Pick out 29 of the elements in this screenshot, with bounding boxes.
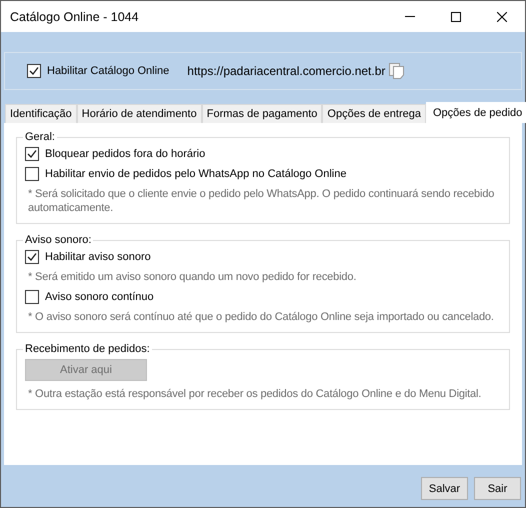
maximize-icon[interactable] bbox=[451, 12, 461, 22]
checkbox-label: Habilitar envio de pedidos pelo WhatsApp no Catálogo Online bbox=[45, 168, 346, 180]
dialog-button[interactable]: Salvar bbox=[421, 477, 468, 500]
group-title: Geral: bbox=[24, 131, 56, 143]
checkbox[interactable] bbox=[27, 64, 41, 78]
tab[interactable]: Formas de pagamento bbox=[202, 104, 322, 123]
tab[interactable]: Opções de pedido bbox=[426, 102, 526, 123]
checkbox-label: Habilitar Catálogo Online bbox=[47, 65, 170, 77]
window-title: Catálogo Online - 1044 bbox=[10, 10, 140, 24]
checkbox[interactable] bbox=[25, 290, 39, 304]
tab[interactable]: Identificação bbox=[5, 104, 77, 123]
dialog-button[interactable]: Sair bbox=[474, 477, 521, 500]
close-icon[interactable] bbox=[497, 12, 507, 22]
checkbox-label: Aviso sonoro contínuo bbox=[45, 291, 154, 303]
checkbox[interactable] bbox=[25, 147, 39, 161]
tab[interactable]: Horário de atendimento bbox=[76, 104, 202, 123]
note-text: * Será emitido um aviso sonoro quando um novo pedido for recebido. bbox=[27, 270, 358, 284]
tab[interactable]: Opções de entrega bbox=[322, 104, 426, 123]
checkbox[interactable] bbox=[25, 167, 39, 181]
checkbox-label: Habilitar aviso sonoro bbox=[45, 251, 151, 263]
copy-icon[interactable] bbox=[389, 63, 404, 79]
checkbox[interactable] bbox=[25, 250, 39, 264]
note-text: * Será solicitado que o cliente envie o pedido pelo WhatsApp. O pedido continuará sendo recebido automaticamente. bbox=[27, 187, 496, 215]
note-text: * Outra estação está responsável por receber os pedidos do Catálogo Online e do Menu Digital. bbox=[27, 387, 482, 401]
group-title: Recebimento de pedidos: bbox=[24, 343, 151, 355]
note-text: * O aviso sonoro será contínuo até que o pedido do Catálogo Online seja importado ou cancelado. bbox=[27, 310, 495, 324]
checkbox-label: Bloquear pedidos fora do horário bbox=[45, 148, 206, 160]
group-title: Aviso sonoro: bbox=[24, 234, 92, 246]
catalog-url: https://padariacentral.comercio.net.br bbox=[187, 64, 386, 78]
